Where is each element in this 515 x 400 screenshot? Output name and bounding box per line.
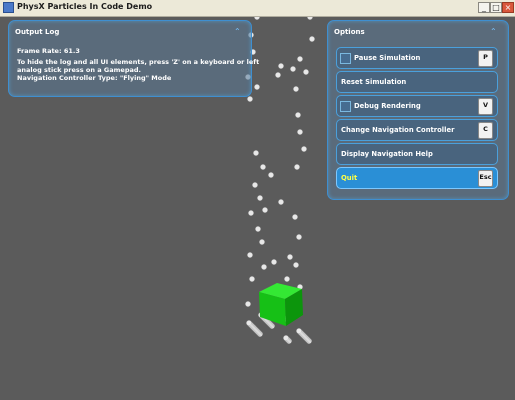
quit-label: Quit xyxy=(341,174,358,182)
debug-rendering-label: Debug Rendering xyxy=(354,102,421,110)
pause-simulation-option[interactable]: Pause Simulation P xyxy=(336,47,498,69)
particle xyxy=(290,66,296,72)
display-navigation-help-label: Display Navigation Help xyxy=(341,150,433,158)
particle xyxy=(283,335,289,341)
particle xyxy=(261,264,267,270)
log-line-nav-type: Navigation Controller Type: "Flying" Mod… xyxy=(17,74,172,82)
particle xyxy=(271,259,277,265)
particle xyxy=(278,199,284,205)
particle xyxy=(245,301,251,307)
particle xyxy=(246,320,252,326)
debug-rendering-option[interactable]: Debug Rendering V xyxy=(336,95,498,117)
particle xyxy=(268,172,274,178)
particle xyxy=(247,96,253,102)
pause-simulation-label: Pause Simulation xyxy=(354,54,421,62)
particle xyxy=(284,276,290,282)
output-log-panel: Output Log ⌃ Frame Rate: 61.3 To hide th… xyxy=(8,20,259,97)
particle xyxy=(262,207,268,213)
particle xyxy=(260,164,266,170)
options-title: Options xyxy=(334,28,365,36)
particle xyxy=(309,36,315,42)
particle xyxy=(293,86,299,92)
particle xyxy=(278,63,284,69)
debug-rendering-checkbox[interactable] xyxy=(340,101,351,112)
particle xyxy=(292,214,298,220)
particle xyxy=(297,129,303,135)
particle xyxy=(294,164,300,170)
reset-simulation-label: Reset Simulation xyxy=(341,78,407,86)
particle xyxy=(297,56,303,62)
p-key-icon: P xyxy=(478,50,493,67)
particle xyxy=(257,195,263,201)
maximize-button[interactable]: □ xyxy=(490,2,502,13)
log-line-hint-2: analog stick press on a Gamepad. xyxy=(17,66,141,74)
particle xyxy=(247,252,253,258)
collapse-options-icon[interactable]: ⌃ xyxy=(490,27,497,36)
particle xyxy=(253,150,259,156)
particle xyxy=(249,276,255,282)
app-icon xyxy=(3,2,14,13)
change-navigation-controller-label: Change Navigation Controller xyxy=(341,126,455,134)
particle xyxy=(255,226,261,232)
particle xyxy=(254,84,260,90)
esc-key-icon: Esc xyxy=(478,170,493,187)
quit-button[interactable]: Quit Esc xyxy=(336,167,498,189)
particle xyxy=(252,182,258,188)
log-line-hint-1: To hide the log and all UI elements, pre… xyxy=(17,58,260,66)
app-window: PhysX Particles In Code Demo _ □ × Outpu… xyxy=(0,0,515,400)
particle xyxy=(301,146,307,152)
pause-simulation-checkbox[interactable] xyxy=(340,53,351,64)
collapse-output-log-icon[interactable]: ⌃ xyxy=(234,27,241,36)
particle xyxy=(248,210,254,216)
particle xyxy=(296,328,302,334)
close-button[interactable]: × xyxy=(502,2,514,13)
minimize-button[interactable]: _ xyxy=(478,2,490,13)
change-navigation-controller-button[interactable]: Change Navigation Controller C xyxy=(336,119,498,141)
particle xyxy=(259,239,265,245)
particle xyxy=(295,112,301,118)
reset-simulation-button[interactable]: Reset Simulation xyxy=(336,71,498,93)
particle xyxy=(254,17,260,20)
particle xyxy=(303,69,309,75)
title-bar: PhysX Particles In Code Demo _ □ × xyxy=(0,0,515,17)
particle xyxy=(307,17,313,20)
log-line-frame-rate: Frame Rate: 61.3 xyxy=(17,47,80,55)
output-log-title: Output Log xyxy=(15,28,60,36)
window-title: PhysX Particles In Code Demo xyxy=(17,2,153,11)
display-navigation-help-button[interactable]: Display Navigation Help xyxy=(336,143,498,165)
v-key-icon: V xyxy=(478,98,493,115)
options-panel: Options ⌃ Pause Simulation P Reset Simul… xyxy=(327,20,509,200)
particle xyxy=(293,262,299,268)
particle xyxy=(275,72,281,78)
particle xyxy=(296,234,302,240)
c-key-icon: C xyxy=(478,122,493,139)
particle xyxy=(287,254,293,260)
